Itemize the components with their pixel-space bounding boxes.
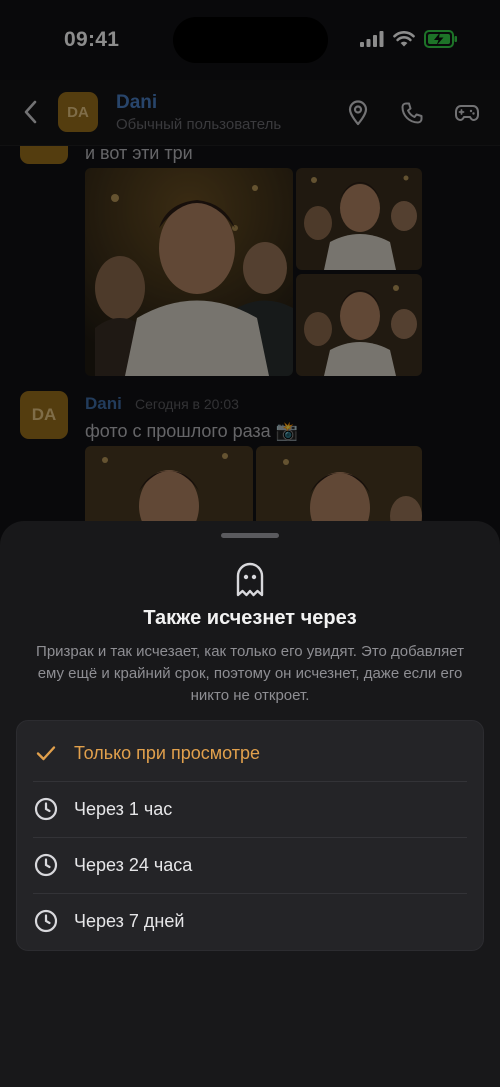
option-24-hours[interactable]: Через 24 часа xyxy=(17,837,485,893)
sheet-description: Призрак и так исчезает, как только его у… xyxy=(36,643,464,704)
sheet-grabber[interactable] xyxy=(221,533,279,538)
option-label: Через 24 часа xyxy=(74,854,193,875)
option-label: Только при просмотре xyxy=(74,742,261,763)
option-view-only[interactable]: Только при просмотре xyxy=(17,725,485,781)
expiry-options-list: Только при просмотре Через 1 час Через 2… xyxy=(16,720,484,951)
clock-icon xyxy=(34,853,58,877)
option-label: Через 7 дней xyxy=(74,910,185,931)
clock-icon xyxy=(34,909,58,933)
chat-screen: 09:41 DA Dani Обычный пользователь и вот… xyxy=(0,0,500,1087)
ghost-icon xyxy=(236,562,264,597)
sheet-title: Также исчезнет через xyxy=(143,607,357,629)
option-label: Через 1 час xyxy=(74,798,173,819)
clock-icon xyxy=(34,797,58,821)
option-7-days[interactable]: Через 7 дней xyxy=(17,893,485,949)
option-1-hour[interactable]: Через 1 час xyxy=(17,781,485,837)
expiry-bottom-sheet: Также исчезнет через Призрак и так исчез… xyxy=(0,521,500,1087)
checkmark-icon xyxy=(34,741,58,765)
